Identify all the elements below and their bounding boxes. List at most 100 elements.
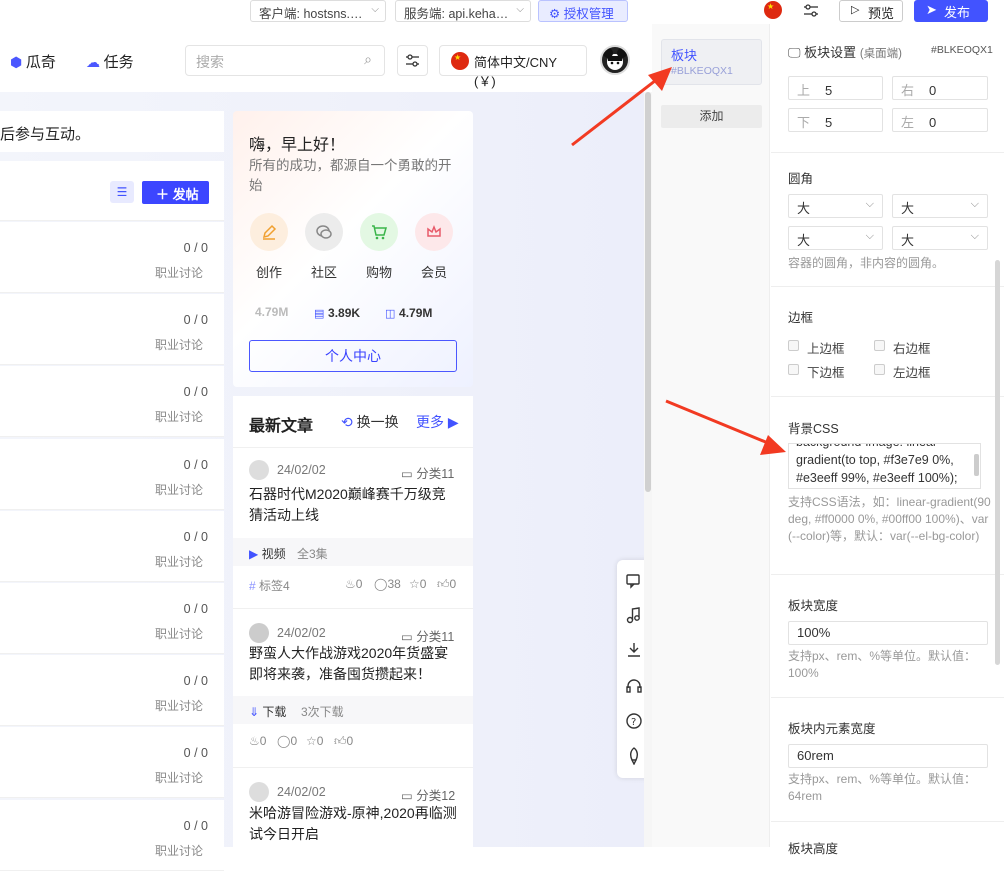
likes-count: ♨0 (249, 734, 267, 748)
refresh-button[interactable]: ⟲ 换一换 (341, 412, 399, 432)
background-css-textarea[interactable]: background-image: linear-gradient(to top… (788, 443, 981, 489)
radius-select-1[interactable]: 大 ⌵ (788, 194, 883, 218)
textarea-scrollbar[interactable] (974, 454, 979, 476)
list-item[interactable]: 0 / 0 职业讨论 (0, 222, 224, 293)
block-width-input[interactable]: 100% (788, 621, 988, 645)
post-button[interactable]: ＋ 发帖 (142, 181, 209, 204)
client-select[interactable]: 客户端: hostsns.… ⌵ (250, 0, 386, 22)
quick-create[interactable]: 创作 (250, 213, 288, 281)
stars-count: ☆0 (409, 577, 427, 591)
list-item[interactable]: 0 / 0 职业讨论 (0, 511, 224, 582)
chevron-down-icon: ⌵ (970, 230, 979, 242)
preview-topbar: 客户端: hostsns.… ⌵ 服务端: api.keha… ⌵ ⚙ 授权管理 (0, 0, 652, 24)
list-item[interactable]: 0 / 0 职业讨论 (0, 583, 224, 654)
chevron-down-icon: ⌵ (970, 198, 979, 210)
personal-center-button[interactable]: 个人中心 (249, 340, 457, 372)
quick-community[interactable]: 社区 (305, 213, 343, 281)
more-link[interactable]: 更多 ▶ (416, 412, 459, 432)
tag-label: # 标签4 (249, 579, 290, 593)
rocket-icon[interactable] (625, 747, 643, 765)
list-item[interactable]: 0 / 0 职业讨论 (0, 727, 224, 798)
stars-count: ☆0 (306, 734, 324, 748)
download-icon[interactable] (625, 641, 643, 659)
author-avatar (249, 782, 269, 802)
refresh-icon: ⟲ (341, 414, 353, 430)
preview-scrollbar[interactable] (644, 92, 652, 847)
list-item[interactable]: 0 / 0 职业讨论 (0, 800, 224, 871)
svg-text:?: ? (631, 717, 636, 728)
radius-select-2[interactable]: 大 ⌵ (892, 194, 988, 218)
thumb-up-icon: 👍︎ (334, 734, 347, 748)
chat-bubbles-icon (305, 213, 343, 251)
comment-icon: ◫ (385, 308, 396, 320)
sliders-icon[interactable] (802, 2, 820, 23)
video-icon: ▶ (249, 547, 259, 561)
folder-icon: ▭ (401, 630, 413, 644)
border-left-checkbox[interactable] (874, 364, 885, 375)
star-icon: ☆ (409, 577, 420, 591)
border-section (771, 287, 1004, 397)
play-icon: ▷ (851, 4, 860, 16)
headset-icon[interactable] (625, 677, 643, 695)
list-item[interactable]: 0 / 0 职业讨论 (0, 366, 224, 437)
inner-width-input[interactable]: 60rem (788, 744, 988, 768)
nav-item-tasks[interactable]: ☁ 任务 (86, 51, 134, 72)
auth-manage-button[interactable]: ⚙ 授权管理 (538, 0, 628, 22)
filter-button[interactable] (397, 45, 428, 76)
comment-icon: ◯ (277, 734, 291, 748)
chat-icon[interactable] (625, 572, 643, 590)
thumb-up-icon: 👍︎ (437, 577, 450, 591)
media-strip: ⇓ 下载 3次下载 (233, 696, 473, 724)
cart-icon (360, 213, 398, 251)
divider (233, 608, 473, 609)
list-view-icon[interactable]: ☰ (110, 181, 134, 203)
list-item[interactable]: 0 / 0 职业讨论 (0, 294, 224, 365)
notice-bar: 后参与互动。 (0, 111, 224, 152)
search-input[interactable]: 搜索 ⌕ (185, 45, 385, 76)
database-icon: ▤ (314, 308, 325, 320)
folder-icon: ▭ (401, 789, 413, 803)
settings-icon: ⚙ (549, 7, 561, 21)
category-label: ▭ 分类11 (401, 467, 455, 481)
stat-comments: ◫ 4.79M (385, 306, 433, 320)
margin-right-input[interactable]: 右0 (892, 76, 988, 100)
radius-select-4[interactable]: 大 ⌵ (892, 226, 988, 250)
server-select[interactable]: 服务端: api.keha… ⌵ (395, 0, 531, 22)
plus-icon: ＋ (156, 187, 170, 202)
monitor-icon: 🖵︎ (788, 45, 801, 60)
publish-button[interactable]: ➤ 发布 (914, 0, 988, 22)
border-top-checkbox[interactable] (788, 340, 799, 351)
crown-icon (415, 213, 453, 251)
panel-header: 🖵︎ 板块设置 (桌面端) (788, 45, 902, 60)
china-flag-icon[interactable] (764, 1, 782, 19)
caret-right-icon: ▶ (447, 414, 459, 430)
video-label: ▶ 视频 (249, 547, 286, 561)
author-avatar (249, 623, 269, 643)
quick-shopping[interactable]: 购物 (360, 213, 398, 281)
divider (233, 447, 473, 448)
preview-button[interactable]: ▷ 预览 (839, 0, 903, 22)
pencil-icon (250, 213, 288, 251)
help-icon[interactable]: ? (625, 712, 643, 730)
star-icon: ☆ (306, 734, 317, 748)
music-icon[interactable] (625, 606, 643, 624)
latest-articles-card: 最新文章 ⟲ 换一换 更多 ▶ 24/02/02 ▭ 分类11 石器时代M202… (233, 396, 473, 847)
margin-left-input[interactable]: 左0 (892, 108, 988, 132)
radius-select-3[interactable]: 大 ⌵ (788, 226, 883, 250)
quick-membership[interactable]: 会员 (415, 213, 453, 281)
fire-icon: ♨ (249, 734, 260, 748)
list-item[interactable]: 0 / 0 职业讨论 (0, 655, 224, 726)
author-avatar (249, 460, 269, 480)
download-icon: ⇓ (249, 705, 260, 719)
thumbs-count: 👍︎0 (334, 734, 354, 748)
comment-icon: ◯ (374, 577, 388, 591)
border-bottom-checkbox[interactable] (788, 364, 799, 375)
margin-top-input[interactable]: 上5 (788, 76, 883, 100)
comments-count: ◯0 (277, 734, 298, 748)
border-right-checkbox[interactable] (874, 340, 885, 351)
send-icon: ➤ (926, 2, 937, 17)
margin-bottom-input[interactable]: 下5 (788, 108, 883, 132)
list-item[interactable]: 0 / 0 职业讨论 (0, 439, 224, 510)
panel-scrollbar[interactable] (995, 260, 1000, 665)
nav-item-guaqi[interactable]: ⬢ 瓜奇 (10, 51, 56, 72)
